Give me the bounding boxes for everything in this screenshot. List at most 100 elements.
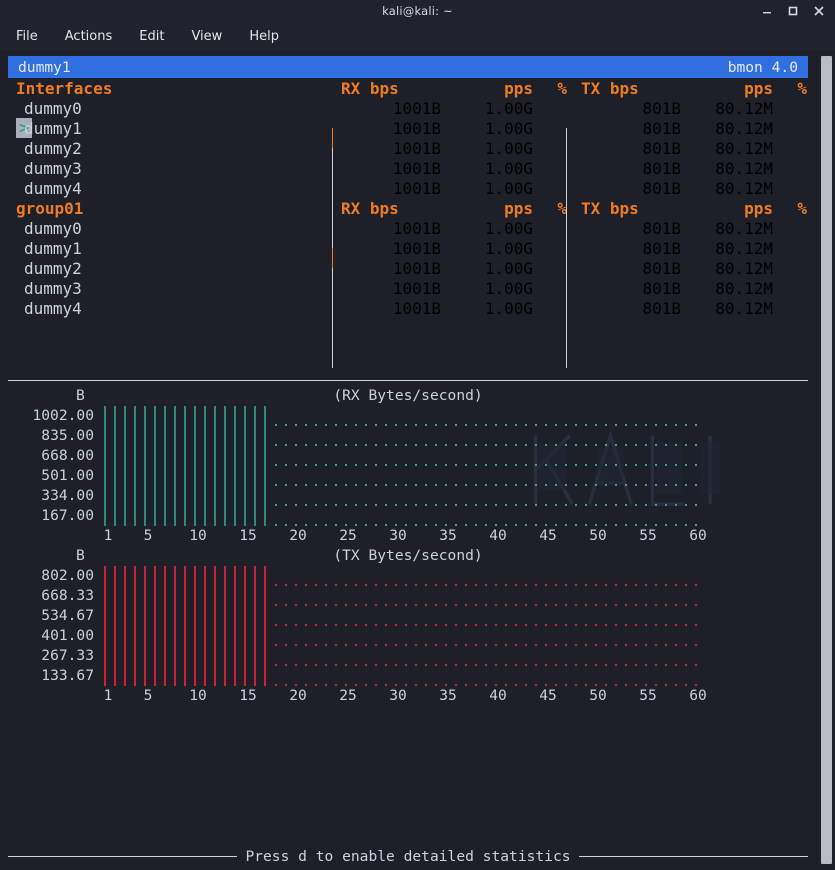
x-axis-tick: 60 [689, 526, 707, 546]
table-row[interactable]: dummy2 1001B 1.00G 801B 80.12M [8, 258, 808, 278]
tx-x-axis: 151015202530354045505560 [103, 686, 703, 706]
gridline-dot [485, 464, 487, 466]
gridline-dot [675, 644, 677, 646]
gridline-dot [415, 644, 417, 646]
tx-bps-value: 801B [573, 99, 681, 118]
menu-item-view[interactable]: View [189, 27, 224, 46]
chart-bar [243, 406, 253, 526]
gridline-dot [655, 484, 657, 486]
gridline-dot [515, 604, 517, 606]
gridline-dot [675, 464, 677, 466]
gridline-dot [305, 664, 307, 666]
gridline-dot [415, 664, 417, 666]
gridline-dot [515, 484, 517, 486]
gridline-dot [385, 504, 387, 506]
gridline-dot [475, 464, 477, 466]
gridline-dot [585, 664, 587, 666]
gridline-dot [495, 424, 497, 426]
gridline-dot [375, 664, 377, 666]
gridline-dot [345, 504, 347, 506]
footer-hint-detailed: Press d to enable detailed statistics [8, 846, 808, 866]
gridline-dot [355, 584, 357, 586]
gridline-dot [285, 644, 287, 646]
gridline-dot [355, 624, 357, 626]
gridline-dot [275, 644, 277, 646]
rx-cells: 1001B 1.00G [333, 99, 573, 118]
table-row[interactable]: dummy0 1001B 1.00G 801B 80.12M [8, 218, 808, 238]
chart-bar [223, 566, 233, 686]
gridline-dot [485, 584, 487, 586]
gridline-dot [345, 604, 347, 606]
gridline-dot [395, 424, 397, 426]
table-row[interactable]: dummy0 1001B 1.00G 801B 80.12M [8, 98, 808, 118]
maximize-icon[interactable] [787, 5, 799, 17]
rx-bps-value: 1001B [333, 119, 441, 138]
gridline-dot [555, 504, 557, 506]
menu-item-help[interactable]: Help [247, 27, 281, 46]
table-row[interactable]: dummy3 1001B 1.00G 801B 80.12M [8, 158, 808, 178]
footer-hint-additional: Press i to enable additional information [8, 866, 808, 870]
table-row[interactable]: dummy4 1001B 1.00G 801B 80.12M [8, 178, 808, 198]
gridline-dot [695, 624, 697, 626]
x-axis-tick: 40 [489, 686, 507, 706]
gridline-dot [665, 424, 667, 426]
table-row[interactable]: dummy2 1001B 1.00G 801B 80.12M [8, 138, 808, 158]
interface-table: Interfaces RX bps pps % TX bps pps % dum… [8, 78, 808, 318]
gridline-dot [615, 484, 617, 486]
x-axis-tick: 30 [389, 526, 407, 546]
x-axis-tick: 25 [339, 686, 357, 706]
gridline-dot [475, 584, 477, 586]
tx-header-group: TX bps pps % [573, 199, 808, 218]
gridline-dot [395, 604, 397, 606]
rx-bps-value: 1001B [333, 139, 441, 158]
gridline-dot [665, 444, 667, 446]
gridline-dot [555, 484, 557, 486]
chart-bar [113, 566, 123, 686]
table-row[interactable]: dummy4 1001B 1.00G 801B 80.12M [8, 298, 808, 318]
menu-item-file[interactable]: File [14, 27, 40, 46]
gridline-dot [275, 624, 277, 626]
gridline-dot [445, 424, 447, 426]
gridline-dot [625, 464, 627, 466]
table-row-selected[interactable]: > dummy1 1001B 1.00G 801B 80.12M [8, 118, 808, 138]
gridline-dot [605, 664, 607, 666]
gridline-dot [525, 424, 527, 426]
gridline-dot [405, 424, 407, 426]
gridline-dot [475, 424, 477, 426]
gridline-dot [555, 584, 557, 586]
gridline-dot [295, 504, 297, 506]
gridline-dot [415, 504, 417, 506]
gridline-dot [355, 484, 357, 486]
gridline-dot [575, 624, 577, 626]
terminal-scrollbar[interactable] [821, 56, 832, 864]
tx-pct-value [773, 99, 807, 118]
rx-bps-value: 1001B [333, 159, 441, 178]
gridline-dot [395, 484, 397, 486]
chart-bar [173, 566, 183, 686]
gridline-dot [675, 624, 677, 626]
x-axis-tick: 35 [439, 526, 457, 546]
table-row[interactable]: dummy3 1001B 1.00G 801B 80.12M [8, 278, 808, 298]
close-icon[interactable] [813, 5, 825, 17]
interface-name: dummy0 [8, 219, 333, 238]
gridline-dot [405, 624, 407, 626]
gridline-dot [495, 484, 497, 486]
gridline-dot [625, 584, 627, 586]
x-axis-tick: 1 [104, 526, 113, 546]
gridline-dot [345, 624, 347, 626]
chart-bar [163, 566, 173, 686]
rx-ytick: 668.00 [8, 446, 94, 466]
menu-item-actions[interactable]: Actions [63, 27, 115, 46]
chart-bar [143, 406, 153, 526]
gridline-dot [435, 664, 437, 666]
bmon-header-bar[interactable]: dummy1 bmon 4.0 [8, 56, 808, 78]
gridline-dot [495, 444, 497, 446]
menu-item-edit[interactable]: Edit [137, 27, 166, 46]
gridline-dot [695, 444, 697, 446]
gridline-dot [385, 664, 387, 666]
gridline-dot [685, 584, 687, 586]
gridline-dot [395, 664, 397, 666]
table-row[interactable]: dummy1 1001B 1.00G 801B 80.12M [8, 238, 808, 258]
minimize-icon[interactable] [761, 5, 773, 17]
chart-bar [263, 566, 273, 686]
